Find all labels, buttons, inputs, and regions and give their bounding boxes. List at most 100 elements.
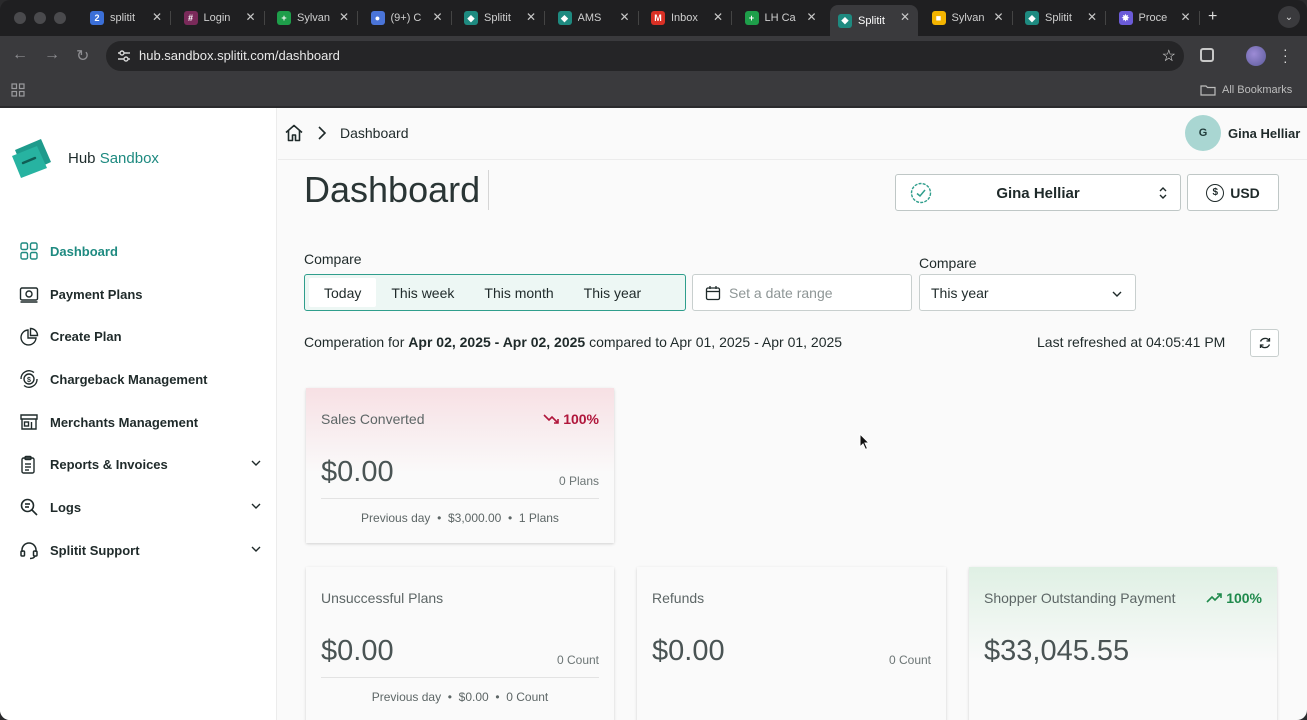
divider — [321, 677, 599, 678]
browser-tab[interactable]: ◆ Splitit ✕ — [830, 5, 918, 36]
app-logo[interactable]: Hub Sandbox — [11, 136, 159, 180]
home-icon[interactable] — [284, 123, 304, 143]
minimize-window-button[interactable] — [34, 12, 46, 24]
tab-favicon-icon: ■ — [931, 11, 946, 25]
address-bar[interactable]: hub.sandbox.splitit.com/dashboard ☆ — [106, 41, 1184, 71]
folder-icon — [1200, 85, 1216, 96]
tab-title: Splitit — [484, 12, 511, 24]
browser-tab[interactable]: ◆ Splitit ✕ — [456, 5, 545, 31]
chevron-down-icon[interactable] — [250, 457, 262, 469]
breadcrumb[interactable]: Dashboard — [340, 125, 409, 141]
sidebar-item-merchants-management[interactable]: Merchants Management — [19, 401, 264, 444]
page-title: Dashboard — [304, 170, 490, 210]
close-tab-icon[interactable]: ✕ — [619, 10, 629, 24]
card-title: Refunds — [652, 590, 705, 606]
close-tab-icon[interactable]: ✕ — [339, 10, 349, 24]
divider — [321, 498, 599, 499]
chevron-down-icon[interactable] — [250, 500, 262, 512]
compare-select-value: This year — [931, 285, 989, 301]
sidebar-item-label: Merchants Management — [50, 414, 199, 430]
currency-label: USD — [1230, 184, 1260, 201]
grid-icon — [19, 241, 39, 261]
mouse-cursor-icon — [859, 433, 871, 451]
apps-grid-icon[interactable] — [11, 83, 25, 97]
browser-tab[interactable]: ● (9+) C ✕ — [363, 5, 452, 31]
tab-title: LH Ca — [764, 12, 796, 24]
browser-tab[interactable]: M Inbox ✕ — [643, 5, 732, 31]
browser-tab[interactable]: ✸ Proce ✕ — [1111, 5, 1200, 31]
close-tab-icon[interactable]: ✕ — [1087, 10, 1097, 24]
card-shopper-outstanding-payment[interactable]: Shopper Outstanding Payment 100% $33,045… — [969, 567, 1277, 720]
back-button[interactable]: ← — [12, 46, 28, 64]
close-tab-icon[interactable]: ✕ — [806, 10, 816, 24]
new-tab-button[interactable]: + — [1208, 8, 1217, 26]
sidebar-item-label: Reports & Invoices — [50, 457, 168, 473]
sidebar-item-splitit-support[interactable]: Splitit Support — [19, 529, 264, 572]
chevron-down-icon[interactable] — [250, 543, 262, 555]
close-tab-icon[interactable]: ✕ — [713, 10, 723, 24]
zoom-window-button[interactable] — [54, 12, 66, 24]
close-tab-icon[interactable]: ✕ — [900, 10, 910, 24]
compare-select[interactable]: This year — [919, 274, 1136, 311]
site-settings-icon[interactable] — [116, 48, 132, 64]
all-bookmarks-button[interactable]: All Bookmarks — [1200, 84, 1292, 96]
close-window-button[interactable] — [14, 12, 26, 24]
sidebar-item-chargeback-management[interactable]: $ Chargeback Management — [19, 358, 264, 401]
sidebar-item-payment-plans[interactable]: Payment Plans — [19, 273, 264, 316]
refresh-button[interactable] — [1250, 329, 1279, 357]
avatar[interactable]: G — [1185, 115, 1221, 151]
tab-separator — [170, 11, 171, 25]
browser-tab[interactable]: ◆ AMS ✕ — [550, 5, 639, 31]
sidebar-item-dashboard[interactable]: Dashboard — [19, 230, 264, 273]
extensions-icon[interactable] — [1200, 48, 1214, 62]
clipboard-icon — [19, 455, 39, 475]
forward-button[interactable]: → — [44, 46, 60, 64]
tab-favicon-icon: ◆ — [1025, 11, 1039, 25]
browser-tab[interactable]: ◆ Splitit ✕ — [1017, 5, 1106, 31]
reload-button[interactable]: ↻ — [76, 46, 89, 66]
close-tab-icon[interactable]: ✕ — [152, 10, 162, 24]
compare-option-this-week[interactable]: This week — [376, 278, 469, 307]
tab-separator — [450, 11, 452, 25]
compare-option-this-year[interactable]: This year — [569, 278, 657, 307]
prev-count: 0 Count — [506, 690, 549, 704]
compare-option-today[interactable]: Today — [309, 278, 377, 307]
browser-tab[interactable]: ■ Sylvan ✕ — [924, 5, 1013, 31]
card-count: 0 Count — [556, 653, 599, 667]
previous-period: Previous day • $0.00 • 0 Count — [371, 690, 549, 704]
bookmark-star-icon[interactable]: ☆ — [1162, 46, 1176, 66]
card-refunds[interactable]: Refunds $0.00 0 Count — [637, 567, 946, 720]
tab-search-button[interactable]: ⌄ — [1278, 6, 1300, 28]
sidebar-item-label: Dashboard — [50, 243, 118, 259]
chevron-right-icon — [318, 126, 327, 140]
last-refreshed-label: Last refreshed at — [1037, 334, 1143, 350]
comparison-range-previous: Apr 01, 2025 - Apr 01, 2025 — [670, 334, 843, 350]
profile-avatar[interactable] — [1246, 46, 1266, 66]
merchant-selector[interactable]: Gina Helliar — [895, 174, 1181, 211]
browser-tab[interactable]: + LH Ca ✕ — [737, 5, 825, 31]
sidebar-item-logs[interactable]: Logs — [19, 486, 264, 529]
sidebar-nav: Dashboard Payment Plans Create Plan $ Charge… — [19, 230, 264, 572]
browser-tab[interactable]: # Login ✕ — [176, 5, 265, 31]
pie-icon — [19, 327, 39, 347]
browser-tab[interactable]: 2 splitit ✕ — [82, 5, 171, 31]
card-unsuccessful-plans[interactable]: Unsuccessful Plans $0.00 0 Count Previou… — [306, 567, 614, 720]
compare-option-this-month[interactable]: This month — [469, 278, 568, 307]
logo-text: Hub Sandbox — [68, 150, 159, 167]
close-tab-icon[interactable]: ✕ — [1180, 10, 1190, 24]
close-tab-icon[interactable]: ✕ — [432, 10, 442, 24]
refresh-icon — [1259, 337, 1270, 349]
currency-button[interactable]: $ USD — [1187, 174, 1279, 211]
close-tab-icon[interactable]: ✕ — [993, 10, 1003, 24]
card-title: Shopper Outstanding Payment — [984, 590, 1176, 606]
user-name[interactable]: Gina Helliar — [1228, 126, 1300, 141]
sidebar-item-create-plan[interactable]: Create Plan — [19, 315, 264, 358]
close-tab-icon[interactable]: ✕ — [526, 10, 536, 24]
browser-tab[interactable]: + Sylvan ✕ — [269, 5, 358, 31]
date-range-input[interactable]: Set a date range — [692, 274, 912, 311]
close-tab-icon[interactable]: ✕ — [245, 10, 255, 24]
card-sales-converted[interactable]: Sales Converted 100% $0.00 0 Plans Previ… — [306, 388, 614, 543]
browser-menu-icon[interactable]: · · · — [1283, 42, 1288, 68]
sidebar-item-reports-invoices[interactable]: Reports & Invoices — [19, 443, 264, 486]
prev-label: Previous day — [361, 511, 431, 525]
